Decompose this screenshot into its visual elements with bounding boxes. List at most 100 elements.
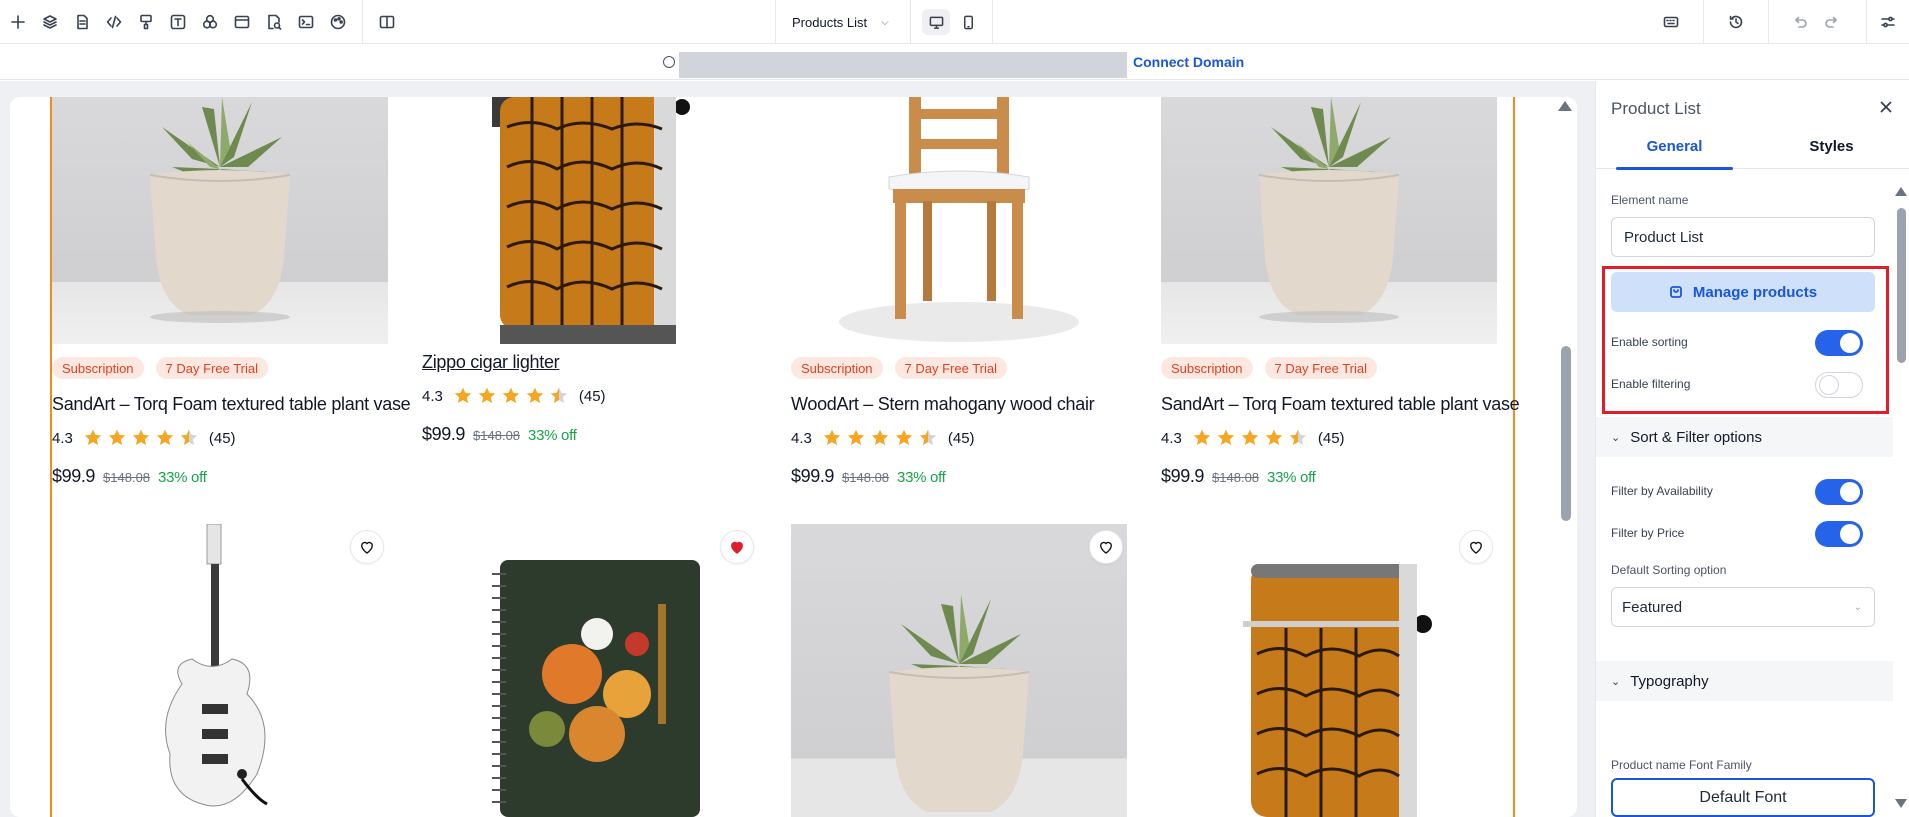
- star-icon: [1289, 429, 1307, 445]
- rating-value: 4.3: [791, 429, 812, 447]
- page-selector[interactable]: Products List ⌵: [776, 0, 906, 44]
- product-image-plant-vase[interactable]: [52, 97, 388, 344]
- site-status-icon: [663, 56, 675, 68]
- tab-general[interactable]: General: [1596, 123, 1753, 170]
- element-name-label: Element name: [1611, 193, 1689, 207]
- editor-canvas: Subscription 7 Day Free Trial SandArt – …: [0, 81, 1595, 817]
- desktop-view-button[interactable]: [922, 9, 950, 35]
- terminal-icon[interactable]: [296, 12, 316, 32]
- filter-availability-toggle[interactable]: [1815, 479, 1863, 505]
- product-image-plant-vase[interactable]: [1161, 97, 1497, 344]
- star-icon: [1193, 429, 1211, 445]
- discount-label: 33% off: [528, 427, 577, 444]
- product-card[interactable]: [422, 524, 758, 817]
- add-icon[interactable]: [8, 12, 28, 32]
- filter-price-toggle[interactable]: [1815, 521, 1863, 547]
- price-row: $99.9 $148.08 33% off: [1161, 466, 1316, 487]
- product-name[interactable]: SandArt – Torq Foam textured table plant…: [52, 394, 411, 415]
- wishlist-button[interactable]: [350, 530, 384, 564]
- rating-value: 4.3: [422, 387, 443, 405]
- product-image-chair[interactable]: [791, 97, 1127, 344]
- settings-icon[interactable]: [1878, 12, 1898, 32]
- layout-icon[interactable]: [232, 12, 252, 32]
- theme-icon[interactable]: [328, 12, 348, 32]
- split-view-icon[interactable]: [377, 12, 397, 32]
- canvas-scroll-up-arrow[interactable]: [1558, 101, 1572, 111]
- default-sorting-value: Featured: [1622, 598, 1683, 616]
- review-count: (45): [1317, 429, 1345, 447]
- star-icon: [84, 429, 102, 445]
- product-badges: Subscription 7 Day Free Trial: [1161, 357, 1378, 379]
- product-card[interactable]: [52, 524, 388, 817]
- pages-icon[interactable]: [72, 12, 92, 32]
- undo-icon[interactable]: [1790, 12, 1810, 32]
- rating-stars: [822, 428, 938, 448]
- chevron-down-icon: ⌄: [1853, 601, 1862, 613]
- default-sorting-label: Default Sorting option: [1611, 563, 1727, 577]
- panel-scroll-up-arrow[interactable]: [1895, 187, 1907, 196]
- redo-icon[interactable]: [1822, 12, 1842, 32]
- enable-sorting-toggle[interactable]: [1815, 330, 1863, 356]
- site-url-field[interactable]: [679, 52, 1127, 78]
- wishlist-button[interactable]: [1459, 530, 1493, 564]
- paint-icon[interactable]: [136, 12, 156, 32]
- default-sorting-select[interactable]: Featured ⌄: [1611, 587, 1875, 627]
- panel-title: Product List: [1611, 99, 1701, 118]
- history-icon[interactable]: [1726, 12, 1746, 32]
- original-price: $148.08: [1212, 470, 1260, 485]
- toggle-knob: [1840, 333, 1860, 353]
- product-card[interactable]: [1161, 524, 1497, 817]
- connect-domain-link[interactable]: Connect Domain: [1133, 54, 1244, 70]
- sort-filter-section-header[interactable]: ⌄ Sort & Filter options: [1596, 417, 1893, 457]
- top-toolbar: Products List ⌵: [0, 0, 1909, 44]
- product-name[interactable]: SandArt – Torq Foam textured table plant…: [1161, 394, 1520, 415]
- keyboard-icon[interactable]: [1661, 12, 1681, 32]
- product-rating: 4.3 (45): [52, 428, 236, 448]
- star-icon: [823, 429, 841, 445]
- typography-section-header[interactable]: ⌄ Typography: [1596, 661, 1893, 701]
- review-count: (45): [208, 429, 236, 447]
- element-name-input[interactable]: Product List: [1611, 217, 1875, 257]
- mobile-view-button[interactable]: [954, 9, 982, 35]
- subscription-badge: Subscription: [791, 357, 883, 379]
- product-name-font-button[interactable]: Default Font: [1611, 778, 1875, 817]
- close-panel-button[interactable]: [1876, 97, 1896, 117]
- star-icon: [108, 429, 126, 445]
- product-image-notebook[interactable]: [422, 524, 758, 817]
- toolbar-divider: [362, 0, 363, 44]
- canvas-scrollbar-thumb[interactable]: [1561, 346, 1571, 521]
- product-image-lighter[interactable]: [1161, 524, 1497, 817]
- current-price: $99.9: [1161, 466, 1205, 486]
- review-count: (45): [578, 387, 606, 405]
- toggle-knob: [1819, 375, 1839, 395]
- price-row: $99.9 $148.08 33% off: [791, 466, 946, 487]
- inspect-icon[interactable]: [264, 12, 284, 32]
- enable-filtering-toggle[interactable]: [1815, 372, 1863, 398]
- star-icon: [1241, 429, 1259, 445]
- product-image-electric-guitar[interactable]: [52, 524, 388, 817]
- product-name[interactable]: WoodArt – Stern mahogany wood chair: [791, 394, 1095, 415]
- shapes-icon[interactable]: [200, 12, 220, 32]
- enable-filtering-label: Enable filtering: [1611, 377, 1691, 391]
- heart-icon: [1100, 541, 1112, 554]
- wishlist-button-active[interactable]: [720, 530, 754, 564]
- discount-label: 33% off: [897, 469, 946, 486]
- tab-styles[interactable]: Styles: [1753, 123, 1909, 169]
- text-icon[interactable]: [168, 12, 188, 32]
- panel-scrollbar-thumb[interactable]: [1897, 208, 1906, 363]
- current-price: $99.9: [422, 424, 466, 444]
- code-icon[interactable]: [104, 12, 124, 32]
- product-card[interactable]: [791, 524, 1127, 817]
- rating-stars: [1192, 428, 1308, 448]
- manage-products-button[interactable]: Manage products: [1611, 272, 1875, 312]
- panel-scroll-down-arrow[interactable]: [1895, 799, 1907, 808]
- product-image-plant-vase[interactable]: [791, 524, 1127, 817]
- product-list-frame[interactable]: Subscription 7 Day Free Trial SandArt – …: [10, 97, 1577, 817]
- product-image-lighter[interactable]: [422, 97, 758, 344]
- star-icon: [1217, 429, 1235, 445]
- layers-icon[interactable]: [40, 12, 60, 32]
- product-badges: Subscription 7 Day Free Trial: [52, 357, 269, 379]
- product-name[interactable]: Zippo cigar lighter: [422, 352, 560, 373]
- price-row: $99.9 $148.08 33% off: [422, 424, 577, 445]
- wishlist-button[interactable]: [1089, 530, 1123, 564]
